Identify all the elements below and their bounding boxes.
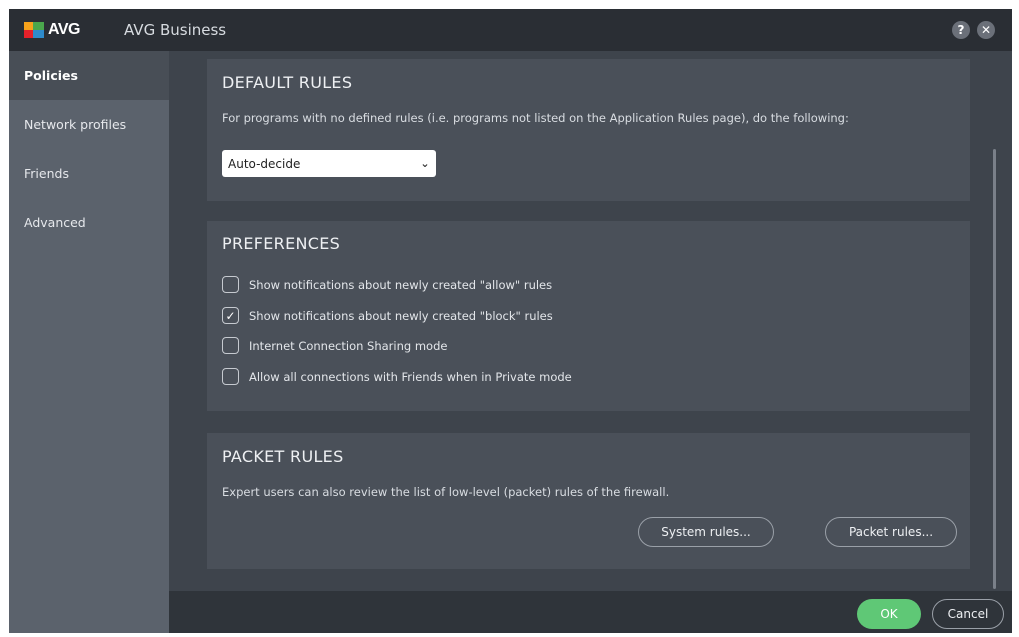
sidebar-item-friends[interactable]: Friends bbox=[9, 149, 169, 198]
packet-rules-title: PACKET RULES bbox=[222, 447, 344, 466]
ok-button[interactable]: OK bbox=[857, 599, 921, 629]
sidebar: Policies Network profiles Friends Advanc… bbox=[9, 51, 169, 633]
checkbox-checked[interactable]: ✓ bbox=[222, 307, 239, 324]
footer-bar: OK Cancel bbox=[169, 591, 1012, 633]
preferences-title: PREFERENCES bbox=[222, 234, 341, 253]
default-rules-title: DEFAULT RULES bbox=[222, 73, 353, 92]
default-rules-panel: DEFAULT RULES For programs with no defin… bbox=[207, 59, 970, 201]
main-content: DEFAULT RULES For programs with no defin… bbox=[169, 51, 1012, 591]
checkbox-label: Allow all connections with Friends when … bbox=[249, 369, 572, 384]
default-rules-description: For programs with no defined rules (i.e.… bbox=[222, 111, 849, 125]
checkbox-label: Show notifications about newly created "… bbox=[249, 277, 553, 292]
checkbox-label: Show notifications about newly created "… bbox=[249, 308, 553, 323]
avg-firewall-settings-window: AVG AVG Business ? ✕ Policies Network pr… bbox=[9, 9, 1012, 633]
scrollbar[interactable] bbox=[993, 149, 996, 589]
sidebar-item-policies[interactable]: Policies bbox=[9, 51, 169, 100]
system-rules-button[interactable]: System rules... bbox=[638, 517, 774, 547]
packet-rules-panel: PACKET RULES Expert users can also revie… bbox=[207, 433, 970, 569]
help-icon[interactable]: ? bbox=[952, 21, 970, 39]
pref-allow-rules-notifications[interactable]: Show notifications about newly created "… bbox=[222, 276, 552, 293]
close-icon[interactable]: ✕ bbox=[977, 21, 995, 39]
preferences-panel: PREFERENCES Show notifications about new… bbox=[207, 221, 970, 411]
packet-rules-description: Expert users can also review the list of… bbox=[222, 485, 670, 499]
default-rule-select-value: Auto-decide bbox=[228, 156, 301, 171]
sidebar-item-network-profiles[interactable]: Network profiles bbox=[9, 100, 169, 149]
title-bar: AVG AVG Business ? ✕ bbox=[9, 9, 1012, 51]
checkbox[interactable] bbox=[222, 337, 239, 354]
avg-logo: AVG bbox=[24, 21, 80, 39]
checkbox-label: Internet Connection Sharing mode bbox=[249, 338, 448, 353]
pref-internet-connection-sharing[interactable]: Internet Connection Sharing mode bbox=[222, 337, 447, 354]
checkbox[interactable] bbox=[222, 368, 239, 385]
checkmark-icon: ✓ bbox=[225, 308, 236, 323]
avg-logo-icon bbox=[24, 22, 44, 38]
app-title: AVG Business bbox=[124, 21, 227, 39]
avg-logo-text: AVG bbox=[48, 21, 80, 38]
pref-friends-private-mode[interactable]: Allow all connections with Friends when … bbox=[222, 368, 572, 385]
default-rule-select[interactable]: Auto-decide ⌄ bbox=[222, 150, 436, 177]
cancel-button[interactable]: Cancel bbox=[932, 599, 1004, 629]
sidebar-item-advanced[interactable]: Advanced bbox=[9, 198, 169, 247]
packet-rules-button[interactable]: Packet rules... bbox=[825, 517, 957, 547]
checkbox[interactable] bbox=[222, 276, 239, 293]
pref-block-rules-notifications[interactable]: ✓ Show notifications about newly created… bbox=[222, 307, 553, 324]
chevron-down-icon: ⌄ bbox=[420, 157, 430, 170]
